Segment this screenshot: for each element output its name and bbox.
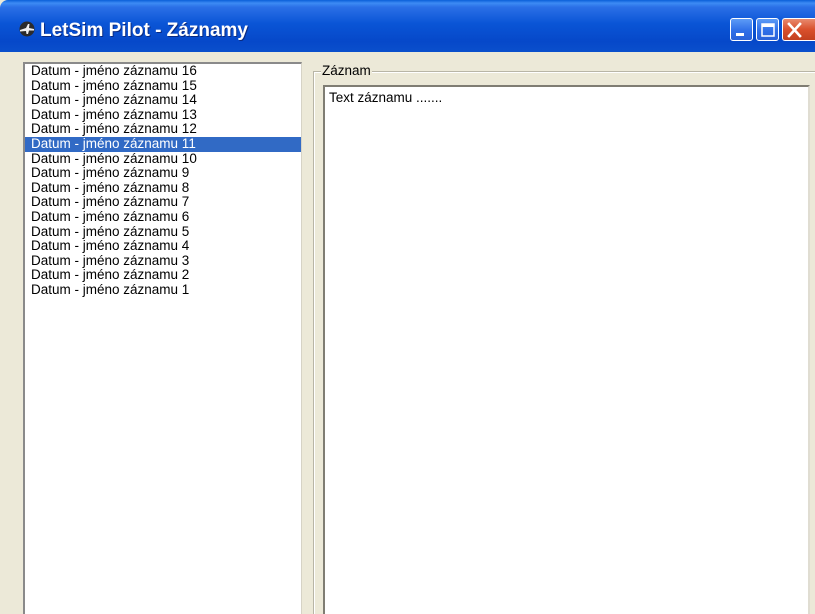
maximize-icon (761, 23, 775, 37)
window-title: LetSim Pilot - Záznamy (40, 20, 248, 41)
list-item[interactable]: Datum - jméno záznamu 4 (25, 239, 301, 254)
list-item[interactable]: Datum - jméno záznamu 12 (25, 122, 301, 137)
app-plane-icon (17, 21, 37, 37)
close-button[interactable] (782, 18, 815, 41)
list-item[interactable]: Datum - jméno záznamu 1 (25, 282, 301, 298)
list-item[interactable]: Datum - jméno záznamu 7 (25, 195, 301, 210)
app-window: LetSim Pilot - Záznamy Datum - jméno záz… (0, 0, 815, 614)
list-item[interactable]: Datum - jméno záznamu 14 (25, 93, 301, 108)
minimize-icon (736, 33, 744, 36)
list-item[interactable]: Datum - jméno záznamu 3 (25, 253, 301, 269)
minimize-button[interactable] (730, 18, 753, 41)
list-item[interactable]: Datum - jméno záznamu 2 (25, 268, 301, 283)
list-item[interactable]: Datum - jméno záznamu 10 (25, 151, 301, 167)
list-item[interactable]: Datum - jméno záznamu 8 (25, 180, 301, 196)
list-item[interactable]: Datum - jméno záznamu 16 (25, 64, 301, 79)
record-text-area[interactable]: Text záznamu ....... (323, 85, 810, 614)
title-bar[interactable]: LetSim Pilot - Záznamy (0, 0, 815, 52)
list-item[interactable]: Datum - jméno záznamu 5 (25, 224, 301, 240)
list-item[interactable]: Datum - jméno záznamu 9 (25, 166, 301, 181)
list-item[interactable]: Datum - jméno záznamu 11 (25, 136, 301, 152)
list-item[interactable]: Datum - jméno záznamu 13 (25, 107, 301, 123)
close-icon (787, 22, 802, 38)
list-item[interactable]: Datum - jméno záznamu 15 (25, 78, 301, 94)
maximize-button[interactable] (756, 18, 779, 41)
list-item[interactable]: Datum - jméno záznamu 6 (25, 209, 301, 225)
records-listbox[interactable]: Datum - jméno záznamu 16 Datum - jméno zá… (23, 62, 302, 614)
record-groupbox-label: Záznam (321, 63, 372, 78)
